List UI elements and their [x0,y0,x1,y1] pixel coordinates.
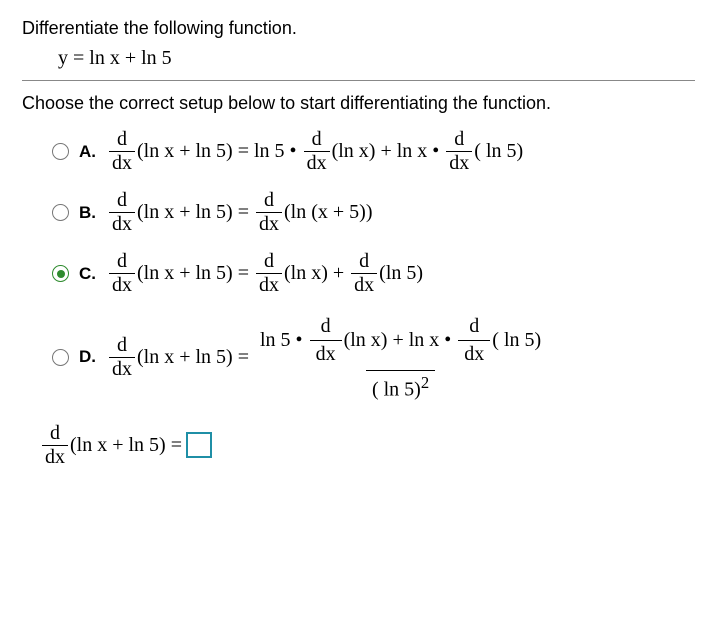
option-c-letter: C. [79,264,107,284]
option-b-expression: ddx(ln x + ln 5) = ddx(ln (x + 5)) [107,189,372,236]
option-a-letter: A. [79,142,107,162]
option-d-expression: ddx(ln x + ln 5) = ln 5 • ddx(ln x) + ln… [107,311,547,404]
option-c[interactable]: C. ddx(ln x + ln 5) = ddx(ln x) + ddx(ln… [52,250,695,297]
radio-d-icon [52,349,69,366]
divider [22,80,695,81]
function-equation: y = ln x + ln 5 [58,47,695,70]
option-a-expression: ddx(ln x + ln 5) = ln 5 • ddx(ln x) + ln… [107,128,523,175]
radio-a-icon [52,143,69,160]
answer-input[interactable] [186,432,212,458]
option-a[interactable]: A. ddx(ln x + ln 5) = ln 5 • ddx(ln x) +… [52,128,695,175]
option-d-letter: D. [79,347,107,367]
option-c-expression: ddx(ln x + ln 5) = ddx(ln x) + ddx(ln 5) [107,250,423,297]
instruction-text: Choose the correct setup below to start … [22,93,695,114]
final-answer-line: ddx(ln x + ln 5) = [40,422,695,469]
option-b[interactable]: B. ddx(ln x + ln 5) = ddx(ln (x + 5)) [52,189,695,236]
radio-b-icon [52,204,69,221]
question-prompt: Differentiate the following function. [22,18,695,39]
radio-c-icon [52,265,69,282]
option-b-letter: B. [79,203,107,223]
option-d[interactable]: D. ddx(ln x + ln 5) = ln 5 • ddx(ln x) +… [52,311,695,404]
